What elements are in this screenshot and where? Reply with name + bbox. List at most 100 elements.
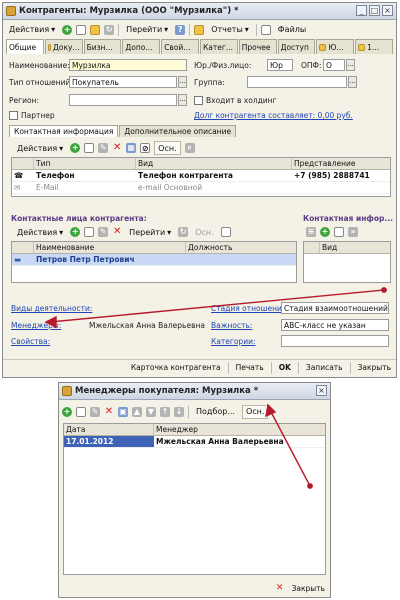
tab-general[interactable]: Общие (6, 39, 44, 54)
copy-icon[interactable] (76, 406, 86, 417)
relation-type-select-button[interactable]: ... (178, 76, 187, 88)
table-row[interactable]: ☎ Телефон Телефон контрагента +7 (985) 2… (12, 170, 390, 182)
tab-properties[interactable]: Свой... (161, 39, 199, 54)
dialog-close-window-button[interactable]: × (316, 385, 327, 396)
no-filter-icon[interactable]: ⊘ (140, 143, 151, 153)
print-button[interactable]: Печать (236, 363, 264, 372)
tab-business[interactable]: Бизн... (83, 39, 122, 54)
reports-menu[interactable]: Отчеты ▾ (208, 23, 252, 37)
header-cell[interactable]: Представление (292, 158, 390, 169)
header-cell[interactable]: Вид (320, 242, 390, 253)
region-select-button[interactable]: ... (178, 94, 187, 106)
maximize-button[interactable]: □ (369, 5, 380, 16)
tab-1c[interactable]: 1... (355, 39, 393, 54)
goto-menu[interactable]: Перейти ▾ (123, 23, 171, 37)
files-menu[interactable]: Файлы (275, 23, 309, 37)
tab-additional[interactable]: Допо... (122, 39, 161, 54)
delete-icon[interactable]: ✕ (112, 227, 122, 237)
legal-form-field[interactable]: Юр (267, 59, 293, 71)
relation-type-field[interactable]: Покупатель (69, 76, 177, 88)
copy-icon[interactable] (334, 227, 344, 237)
name-field[interactable]: Мурзилка (69, 59, 187, 71)
table-row[interactable]: 17.01.2012 Мжельская Анна Валерьевна (64, 436, 325, 448)
debt-link[interactable]: Долг контрагента составляет: 0,00 руб. (194, 111, 353, 120)
set-main-button[interactable]: Осн. (154, 141, 181, 155)
add-icon[interactable]: + (320, 227, 330, 237)
tab-extra-description[interactable]: Дополнительное описание (119, 125, 237, 137)
tab-legal[interactable]: Ю... (316, 39, 355, 54)
save-button[interactable]: Записать (306, 363, 343, 372)
edit-icon[interactable]: ✎ (98, 227, 109, 237)
sort-desc-icon[interactable]: ↓ (174, 406, 184, 417)
contact-persons-title: Контактные лица контрагента: (11, 214, 147, 223)
copy-icon[interactable] (76, 24, 87, 35)
copy-icon[interactable] (84, 143, 95, 153)
delete-icon[interactable]: ✕ (104, 406, 114, 417)
holding-checkbox[interactable] (194, 96, 203, 105)
refresh-icon[interactable]: ↻ (104, 24, 115, 35)
help-icon[interactable]: ? (175, 24, 186, 35)
filter-icon[interactable]: ▦ (126, 143, 137, 153)
tab-access[interactable]: Доступ (277, 39, 316, 54)
persons-set-main-button[interactable]: Осн. (192, 225, 216, 239)
end-edit-icon[interactable]: ▣ (118, 406, 128, 417)
side-actions-icon[interactable]: ≡ (306, 227, 316, 237)
categories-field[interactable] (281, 335, 389, 347)
tab-contact-info[interactable]: Контактная информация (9, 125, 119, 137)
copy-icon[interactable] (84, 227, 95, 237)
group-select-button[interactable]: ... (348, 76, 357, 88)
properties-link[interactable]: Свойства: (11, 337, 50, 346)
partner-checkbox[interactable] (9, 111, 18, 120)
counterparty-card-button[interactable]: Карточка контрагента (131, 363, 221, 372)
close-window-button[interactable]: × (382, 5, 393, 16)
save-icon[interactable] (90, 24, 101, 35)
table-row[interactable]: ▬ Петров Петр Петрович (12, 254, 296, 266)
contact-actions-menu[interactable]: Действия ▾ (14, 141, 66, 155)
find-icon[interactable]: ⌕ (184, 143, 195, 153)
header-cell[interactable]: Должность (186, 242, 296, 253)
group-field[interactable] (247, 76, 347, 88)
persons-goto-menu[interactable]: Перейти ▾ (126, 225, 174, 239)
card-icon[interactable] (220, 227, 231, 237)
tab-categories[interactable]: Катег... (199, 39, 238, 54)
more-icon[interactable]: » (348, 227, 358, 237)
relation-stage-field[interactable]: Стадия взаимоотношений (281, 302, 389, 314)
add-icon[interactable]: + (70, 143, 81, 153)
move-down-icon[interactable]: ▼ (146, 406, 156, 417)
opf-field[interactable]: О (323, 59, 345, 71)
relation-stage-link[interactable]: Стадия отношений: (211, 304, 289, 313)
dialog-set-main-button[interactable]: Осн. (241, 404, 269, 419)
importance-link[interactable]: Важность: (211, 321, 252, 330)
importance-field[interactable]: АВС-класс не указан (281, 319, 389, 331)
header-cell[interactable]: Наименование (34, 242, 186, 253)
move-up-icon[interactable]: ▲ (132, 406, 142, 417)
minimize-button[interactable]: _ (356, 5, 367, 16)
activity-types-link[interactable]: Виды деятельности: (11, 304, 92, 313)
delete-icon[interactable]: ✕ (112, 143, 122, 153)
add-icon[interactable]: + (62, 24, 73, 35)
categories-link[interactable]: Категории: (211, 337, 255, 346)
header-cell[interactable]: Тип (34, 158, 136, 169)
persons-actions-menu[interactable]: Действия ▾ (14, 225, 66, 239)
table-row[interactable]: ✉ E-Mail e-mail Основной (12, 182, 390, 194)
edit-icon[interactable]: ✎ (90, 406, 100, 417)
edit-icon[interactable]: ✎ (98, 143, 109, 153)
tab-documents[interactable]: Доку... (44, 39, 83, 54)
opf-select-button[interactable]: ... (346, 59, 355, 71)
ok-button[interactable]: OK (279, 363, 291, 372)
pick-button[interactable]: Подбор... (193, 405, 238, 419)
header-cell[interactable]: Вид (136, 158, 292, 169)
add-icon[interactable]: + (62, 406, 72, 417)
tab-other[interactable]: Прочее (238, 39, 277, 54)
add-icon[interactable]: + (70, 227, 81, 237)
dialog-close-button[interactable]: Закрыть (292, 584, 325, 593)
sort-asc-icon[interactable]: ↑ (160, 406, 170, 417)
region-field[interactable] (69, 94, 177, 106)
actions-menu[interactable]: Действия ▾ (6, 23, 58, 37)
dialog-statusbar: ✕ Закрыть (59, 580, 330, 596)
close-button[interactable]: Закрыть (358, 363, 391, 372)
refresh-icon[interactable]: ↻ (178, 227, 189, 237)
header-cell[interactable]: Менеджер (154, 424, 325, 435)
header-cell[interactable]: Дата (64, 424, 154, 435)
managers-link[interactable]: Менеджеры: (11, 321, 61, 330)
